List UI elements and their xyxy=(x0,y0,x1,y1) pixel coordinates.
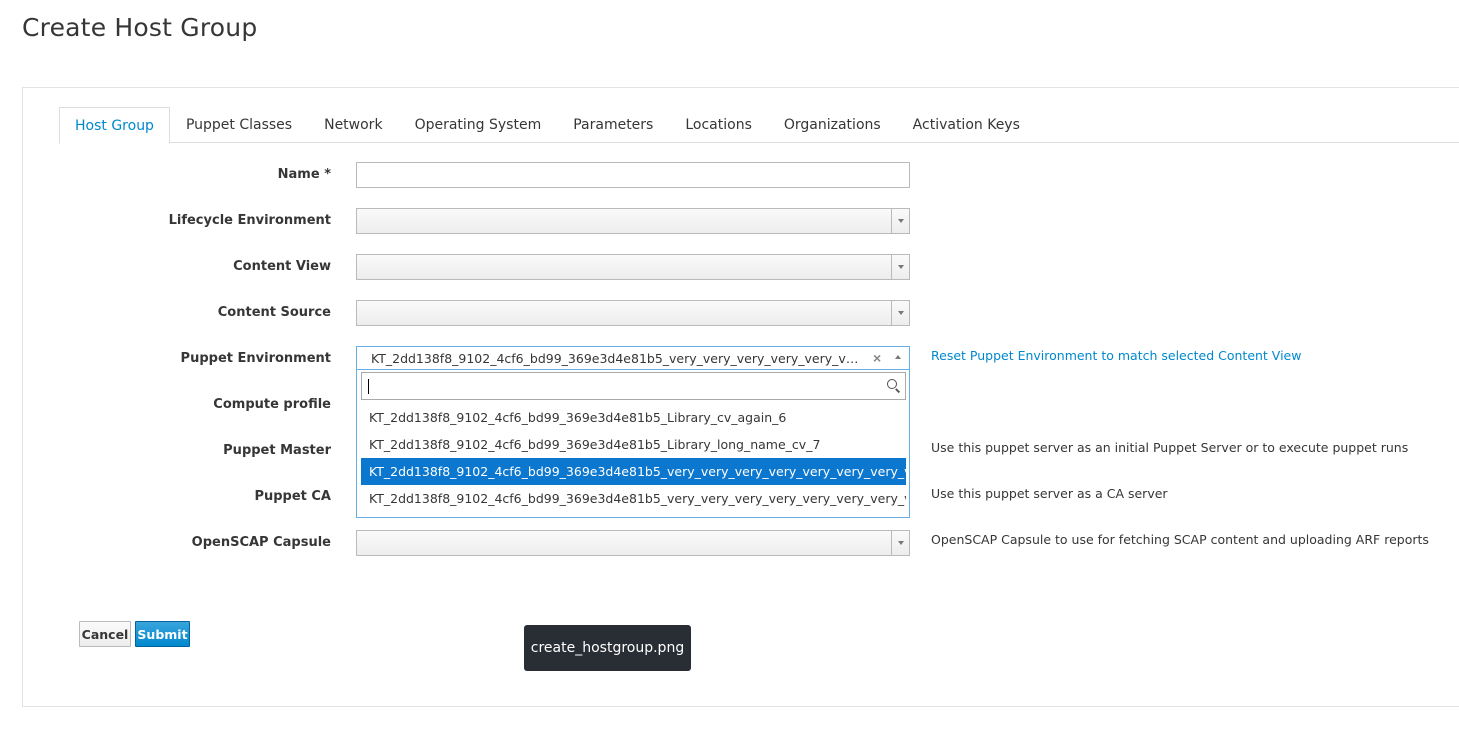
tab-locations[interactable]: Locations xyxy=(669,107,768,143)
puppet-environment-select[interactable]: KT_2dd138f8_9102_4cf6_bd99_369e3d4e81b5_… xyxy=(356,346,910,370)
compute-profile-label: Compute profile xyxy=(213,397,331,412)
name-label: Name * xyxy=(277,167,331,182)
tab-host-group[interactable]: Host Group xyxy=(59,107,170,144)
lifecycle-environment-select[interactable] xyxy=(356,208,910,234)
puppet-environment-label: Puppet Environment xyxy=(180,351,331,366)
content-view-label: Content View xyxy=(233,259,331,274)
dropdown-option-highlighted[interactable]: KT_2dd138f8_9102_4cf6_bd99_369e3d4e81b5_… xyxy=(361,458,906,485)
page-title: Create Host Group xyxy=(22,13,258,42)
dropdown-search-input[interactable] xyxy=(361,372,906,400)
puppet-master-label: Puppet Master xyxy=(223,443,331,458)
chevron-up-icon xyxy=(895,355,901,359)
puppet-master-help: Use this puppet server as an initial Pup… xyxy=(931,440,1409,455)
openscap-capsule-help: OpenSCAP Capsule to use for fetching SCA… xyxy=(931,532,1429,547)
reset-puppet-environment-link[interactable]: Reset Puppet Environment to match select… xyxy=(931,348,1301,363)
cancel-button[interactable]: Cancel xyxy=(79,621,131,647)
content-source-select[interactable] xyxy=(356,300,910,326)
content-view-select[interactable] xyxy=(356,254,910,280)
puppet-ca-help: Use this puppet server as a CA server xyxy=(931,486,1168,501)
openscap-capsule-label: OpenSCAP Capsule xyxy=(191,535,331,550)
puppet-environment-dropdown: KT_2dd138f8_9102_4cf6_bd99_369e3d4e81b5_… xyxy=(356,370,910,518)
dropdown-option[interactable]: KT_2dd138f8_9102_4cf6_bd99_369e3d4e81b5_… xyxy=(361,431,906,458)
chevron-down-icon xyxy=(891,301,909,325)
tab-organizations[interactable]: Organizations xyxy=(768,107,897,143)
dropdown-option[interactable]: KT_2dd138f8_9102_4cf6_bd99_369e3d4e81b5_… xyxy=(361,485,906,512)
submit-button[interactable]: Submit xyxy=(135,621,190,647)
chevron-down-icon xyxy=(891,209,909,233)
puppet-environment-value: KT_2dd138f8_9102_4cf6_bd99_369e3d4e81b5_… xyxy=(371,351,865,366)
tab-activation-keys[interactable]: Activation Keys xyxy=(897,107,1036,143)
tab-parameters[interactable]: Parameters xyxy=(557,107,669,143)
chevron-down-icon xyxy=(891,531,909,555)
tab-network[interactable]: Network xyxy=(308,107,398,143)
lifecycle-environment-label: Lifecycle Environment xyxy=(168,213,331,228)
filename-tooltip: create_hostgroup.png xyxy=(524,625,691,671)
tab-puppet-classes[interactable]: Puppet Classes xyxy=(170,107,308,143)
dropdown-option[interactable]: KT_2dd138f8_9102_4cf6_bd99_369e3d4e81b5_… xyxy=(361,404,906,431)
content-source-label: Content Source xyxy=(217,305,331,320)
openscap-capsule-select[interactable] xyxy=(356,530,910,556)
puppet-ca-label: Puppet CA xyxy=(254,489,331,504)
name-input[interactable] xyxy=(356,162,910,188)
text-cursor xyxy=(368,379,369,394)
chevron-down-icon xyxy=(891,255,909,279)
search-icon xyxy=(887,379,897,389)
clear-icon[interactable]: × xyxy=(873,350,881,366)
tab-bar: Host Group Puppet Classes Network Operat… xyxy=(59,107,1459,144)
tab-operating-system[interactable]: Operating System xyxy=(399,107,558,143)
